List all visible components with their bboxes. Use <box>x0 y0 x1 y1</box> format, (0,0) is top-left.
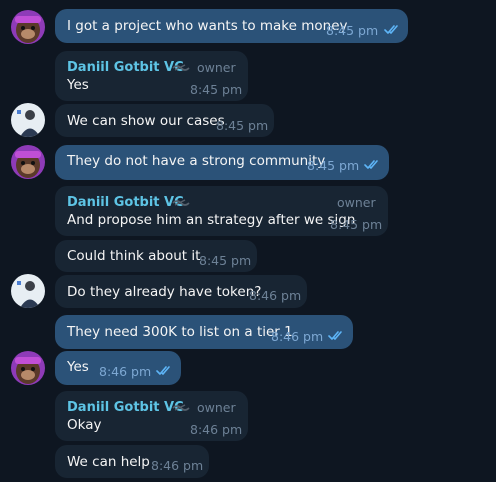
double-check-icon <box>364 160 378 169</box>
message-time: 8:45 pm <box>190 82 243 97</box>
admin-badge-icon <box>172 199 190 206</box>
avatar[interactable] <box>11 103 45 137</box>
message-time: 8:46 pm <box>99 364 152 379</box>
sender-name[interactable]: Daniil Gotbit VC <box>67 195 184 210</box>
message-text: And propose him an strategy after we sig… <box>67 212 356 228</box>
member-role: owner <box>337 195 376 210</box>
message-text: They need 300K to list on a tier 1 <box>67 324 293 340</box>
message-bubble[interactable]: We can help 8:46 pm <box>55 445 209 478</box>
member-role: owner <box>197 400 236 415</box>
message-bubble[interactable]: Could think about it 8:45 pm <box>55 240 257 272</box>
message-text: We can help <box>67 454 150 470</box>
message-text: Could think about it <box>67 248 201 264</box>
message-bubble[interactable]: Daniil Gotbit VC owner Okay 8:46 pm <box>55 391 248 441</box>
message-bubble[interactable]: Daniil Gotbit VC owner Yes 8:45 pm <box>55 51 248 101</box>
message-text: They do not have a strong community <box>67 153 326 169</box>
message-time: 8:45 pm <box>216 118 269 133</box>
message-text: Do they already have token? <box>67 284 262 300</box>
message-bubble[interactable]: I got a project who wants to make money … <box>55 9 408 43</box>
message-time: 8:46 pm <box>190 422 243 437</box>
message-bubble[interactable]: Do they already have token? 8:46 pm <box>55 275 307 308</box>
message-text: Okay <box>67 417 102 433</box>
double-check-icon <box>384 25 398 34</box>
message-text: We can show our cases <box>67 113 225 129</box>
message-bubble[interactable]: We can show our cases 8:45 pm <box>55 104 274 137</box>
message-time: 8:46 pm <box>249 288 302 303</box>
avatar[interactable] <box>11 10 45 44</box>
message-time: 8:45 pm <box>326 23 379 38</box>
message-bubble[interactable]: Daniil Gotbit VC owner And propose him a… <box>55 186 388 236</box>
message-time: 8:45 pm <box>307 158 360 173</box>
message-time: 8:46 pm <box>151 458 204 473</box>
message-text: I got a project who wants to make money <box>67 18 348 34</box>
message-bubble[interactable]: They need 300K to list on a tier 1 8:46 … <box>55 315 353 349</box>
message-bubble[interactable]: Yes 8:46 pm <box>55 351 181 385</box>
avatar[interactable] <box>11 351 45 385</box>
double-check-icon <box>328 331 342 340</box>
sender-name[interactable]: Daniil Gotbit VC <box>67 400 184 415</box>
message-time: 8:45 pm <box>199 253 252 268</box>
message-time: 8:46 pm <box>271 329 324 344</box>
message-text: Yes <box>67 359 89 375</box>
message-bubble[interactable]: They do not have a strong community 8:45… <box>55 145 389 180</box>
sender-name[interactable]: Daniil Gotbit VC <box>67 60 184 75</box>
admin-badge-icon <box>172 64 190 71</box>
avatar[interactable] <box>11 145 45 179</box>
message-text: Yes <box>67 77 89 93</box>
message-time: 8:45 pm <box>330 217 383 232</box>
member-role: owner <box>197 60 236 75</box>
avatar[interactable] <box>11 274 45 308</box>
double-check-icon <box>156 366 170 375</box>
admin-badge-icon <box>172 404 190 411</box>
